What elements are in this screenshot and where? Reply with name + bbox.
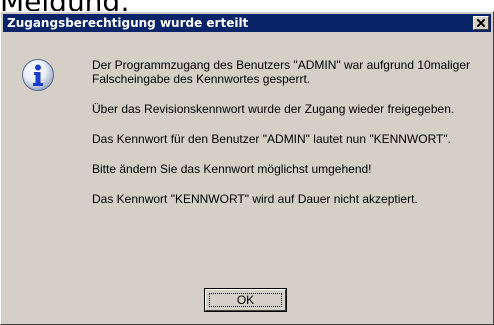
information-icon (22, 59, 54, 91)
message-paragraph: Das Kennwort für den Benutzer "ADMIN" la… (92, 132, 451, 146)
ok-button-label: OK (236, 293, 255, 307)
message-paragraph: Das Kennwort "KENNWORT" wird auf Dauer n… (92, 192, 418, 206)
ok-button[interactable]: OK (204, 288, 287, 312)
close-button[interactable] (473, 16, 489, 30)
message-dialog: Zugangsberechtigung wurde erteilt Der Pr… (0, 11, 494, 325)
close-icon (477, 19, 485, 27)
message-paragraph: Über das Revisionskennwort wurde der Zug… (92, 102, 455, 116)
message-text: Der Programmzugang des Benutzers "ADMIN"… (92, 58, 488, 222)
message-paragraph: Der Programmzugang des Benutzers "ADMIN"… (92, 58, 471, 86)
dialog-title: Zugangsberechtigung wurde erteilt (7, 16, 249, 30)
message-paragraph: Bitte ändern Sie das Kennwort möglichst … (92, 162, 372, 176)
dialog-titlebar[interactable]: Zugangsberechtigung wurde erteilt (3, 14, 491, 32)
